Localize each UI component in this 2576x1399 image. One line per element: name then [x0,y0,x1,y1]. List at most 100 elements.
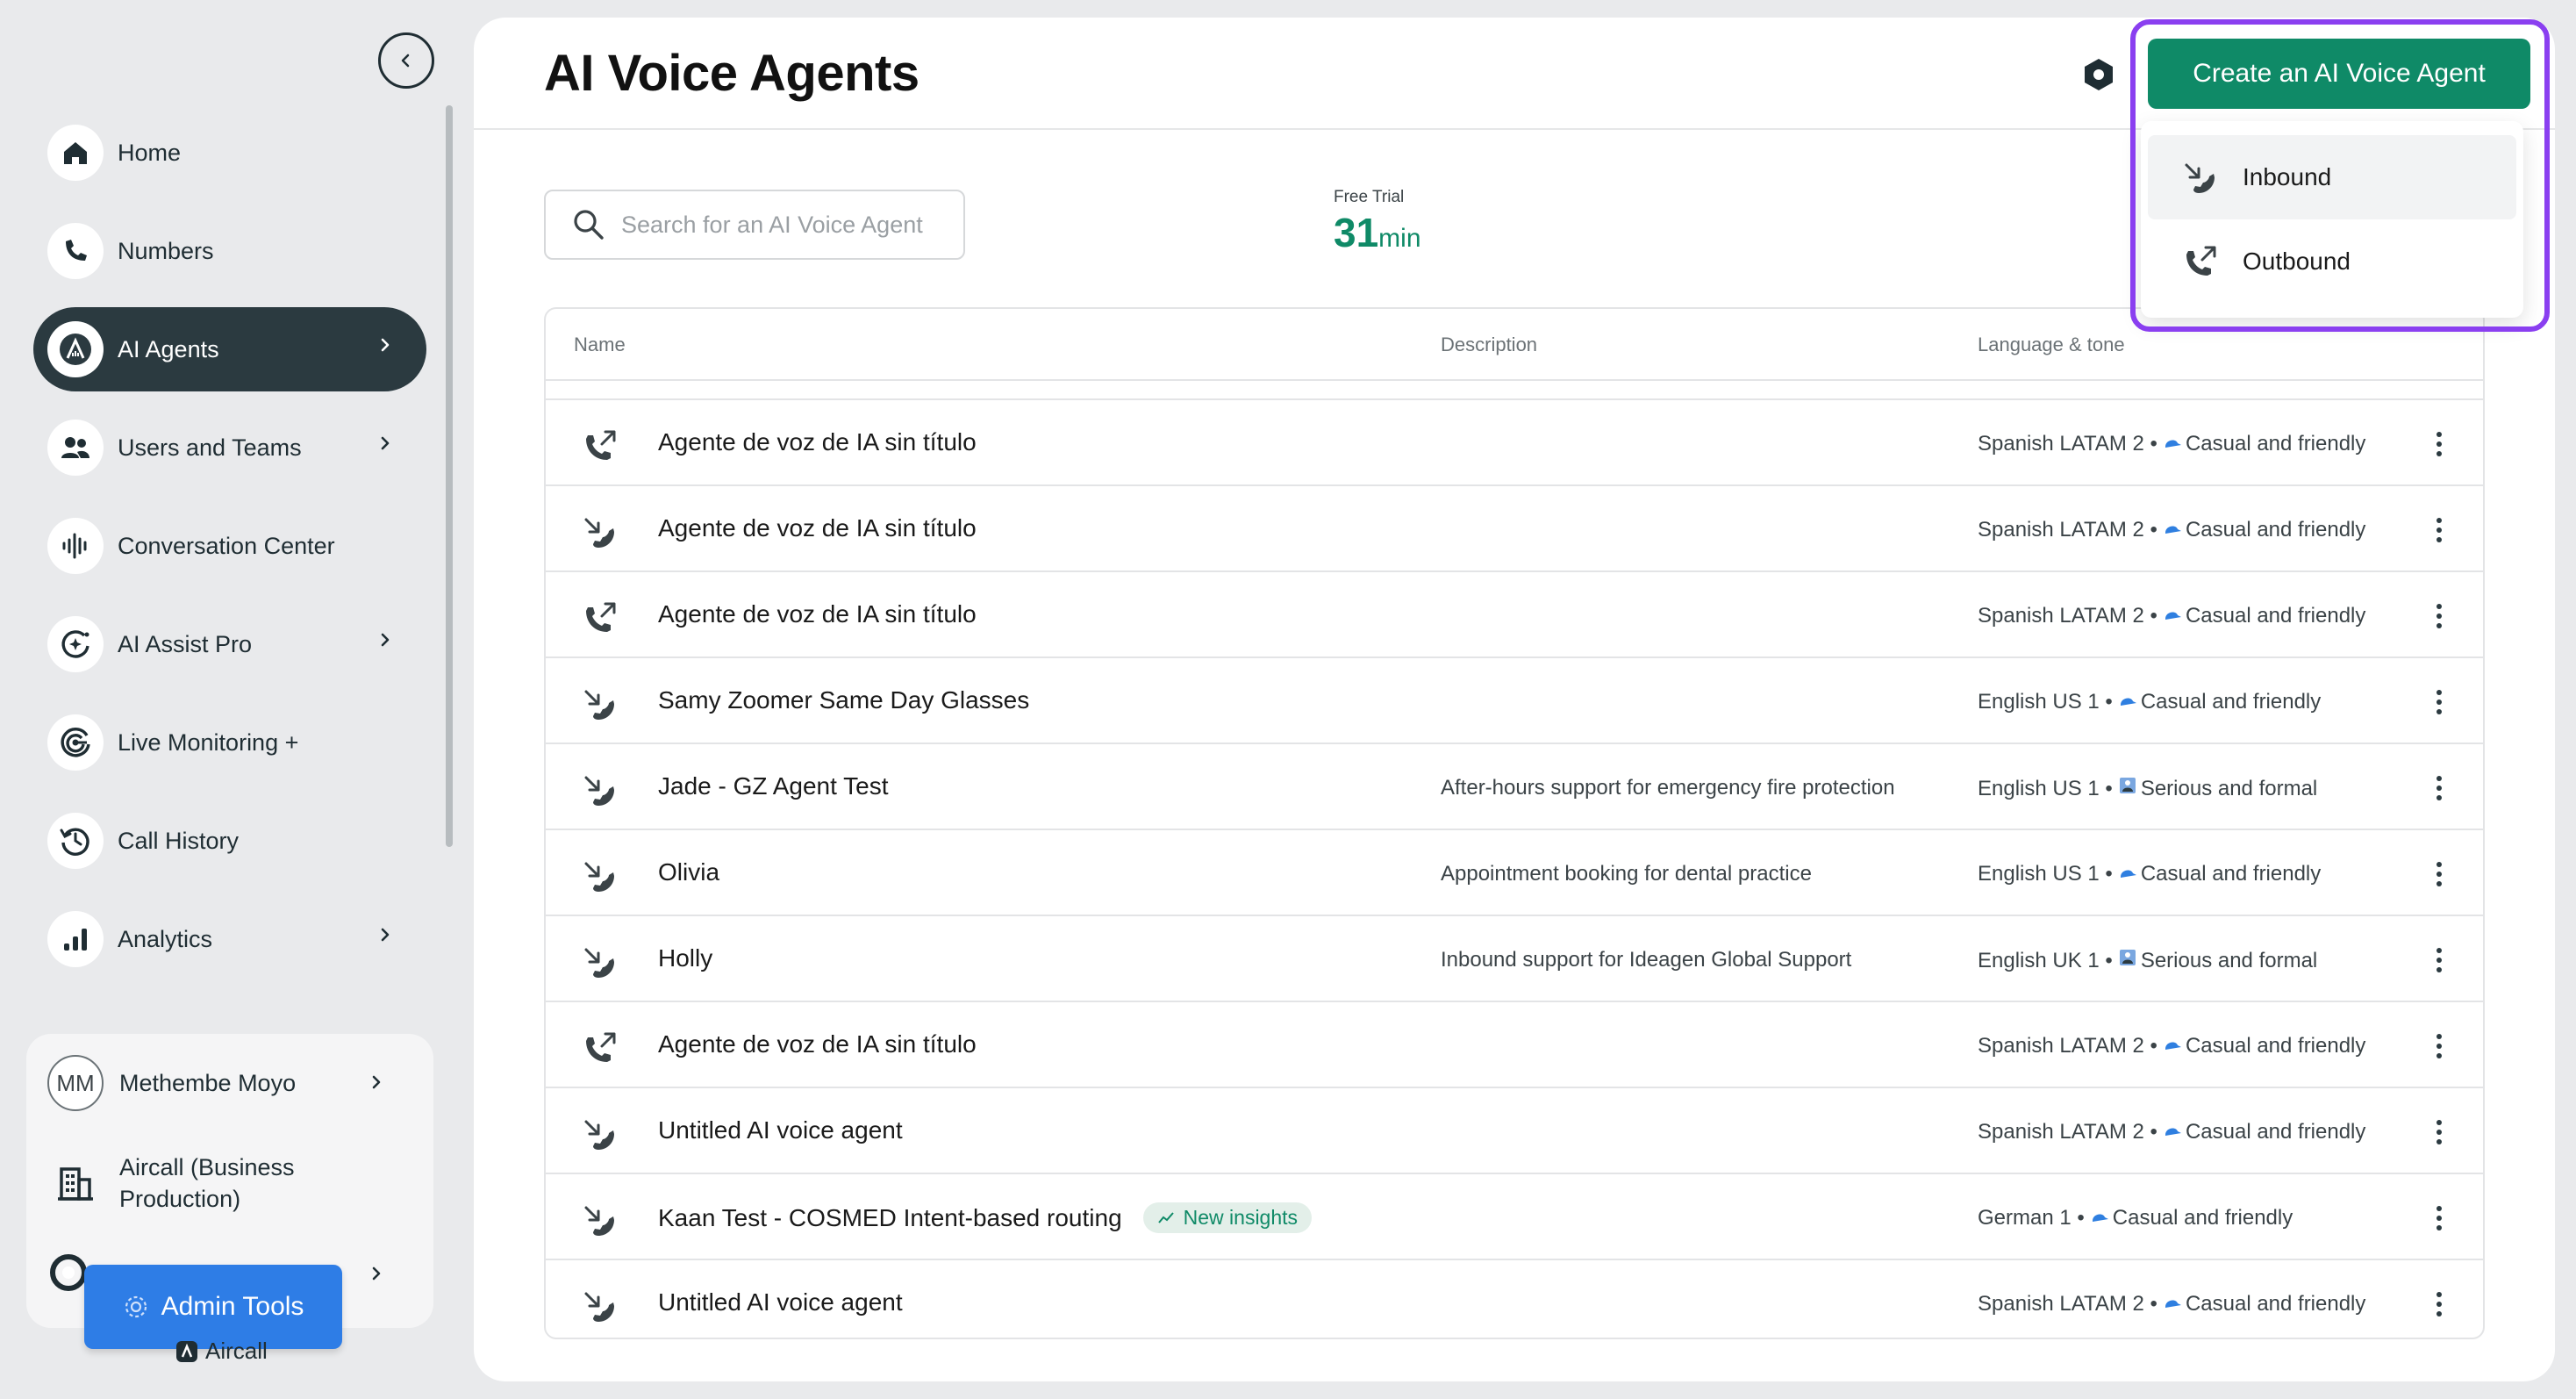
inbound-call-icon [581,685,619,728]
sidebar-item-live-monitoring[interactable]: Live Monitoring + [33,700,426,785]
table-row[interactable]: Untitled AI voice agent Spanish LATAM 2 •… [546,1088,2483,1174]
table-row[interactable]: Agente de voz de IA sin título Spanish LA… [546,400,2483,486]
sidebar-scrollbar[interactable] [446,105,453,847]
outbound-call-icon [2186,246,2216,276]
agent-description: Inbound support for Ideagen Global Suppo… [1441,948,1852,972]
free-trial-unit: min [1378,224,1421,253]
agent-name-text: Samy Zoomer Same Day Glasses [658,686,1030,714]
sidebar-item-ai-assist-pro[interactable]: AI Assist Pro [33,602,426,686]
agent-language-tone: Spanish LATAM 2 • Casual and friendly [1978,1292,2365,1316]
sidebar-item-analytics[interactable]: Analytics [33,897,426,981]
language-label: Spanish LATAM 2 • [1978,1034,2157,1058]
help-item[interactable] [47,1252,89,1294]
cap-icon [2163,604,2182,628]
table-row[interactable]: Olivia Appointment booking for dental pra… [546,830,2483,916]
aircall-logo-icon [176,1340,197,1362]
company-name-line1: Aircall (Business [119,1154,295,1180]
cap-icon [2163,1292,2182,1316]
collapse-sidebar-button[interactable] [378,32,434,89]
users-icon [47,420,104,476]
cap-icon [2163,432,2182,456]
language-label: English US 1 • [1978,690,2113,714]
create-ai-voice-agent-button[interactable]: Create an AI Voice Agent [2148,39,2530,109]
tone-label: Serious and formal [2140,776,2318,800]
sidebar-item-conversation-center[interactable]: Conversation Center [33,504,426,588]
table-row[interactable]: Untitled AI voice agent Spanish LATAM 2 •… [546,1260,2483,1338]
table-row[interactable]: Samy Zoomer Same Day Glasses English US 1… [546,658,2483,744]
sidebar-item-label: Analytics [118,925,213,952]
agent-language-tone: Spanish LATAM 2 • Casual and friendly [1978,1120,2365,1144]
sidebar-item-label: AI Agents [118,335,219,362]
tone-label: Casual and friendly [2140,690,2322,714]
agent-name: Olivia [658,858,719,886]
column-header-name[interactable]: Name [574,334,626,356]
language-label: Spanish LATAM 2 • [1978,1292,2157,1316]
sidebar-item-ai-agents[interactable]: AI Agents [33,307,426,391]
user-profile-item[interactable]: MM Methembe Moyo [47,1055,296,1111]
more-options-icon[interactable] [2430,600,2448,632]
more-options-icon[interactable] [2430,686,2448,718]
agent-name-text: Holly [658,944,713,972]
inbound-call-icon [2185,163,2215,193]
more-options-icon[interactable] [2430,514,2448,546]
dropdown-item-inbound[interactable]: Inbound [2148,135,2516,219]
dropdown-item-outbound[interactable]: Outbound [2148,219,2516,304]
sidebar-item-label: Users and Teams [118,434,302,461]
more-options-icon[interactable] [2430,1202,2448,1234]
tone-label: Casual and friendly [2185,1120,2366,1144]
agent-name: Agente de voz de IA sin título [658,600,977,628]
more-options-icon[interactable] [2430,1030,2448,1062]
table-row[interactable]: Agente de voz de IA sin título Spanish LA… [546,486,2483,572]
table-row[interactable]: Kaan Test - COSMED Intent-based routing N… [546,1174,2483,1260]
more-options-icon[interactable] [2430,858,2448,890]
more-options-icon[interactable] [2430,944,2448,976]
more-options-icon[interactable] [2430,428,2448,460]
admin-tools-button[interactable]: Admin Tools [84,1265,342,1349]
free-trial-label: Free Trial [1334,188,1405,206]
sidebar-item-label: Numbers [118,237,214,264]
column-header-language[interactable]: Language & tone [1978,334,2125,356]
company-item[interactable]: Aircall (Business Production) [47,1151,295,1215]
table-row[interactable]: Holly Inbound support for Ideagen Global … [546,916,2483,1002]
cap-icon [2163,1034,2182,1058]
live-monitoring-icon [47,714,104,771]
home-icon [47,125,104,181]
sidebar-item-label: AI Assist Pro [118,630,253,657]
inbound-call-icon [581,1287,619,1330]
agent-name-text: Agente de voz de IA sin título [658,600,977,628]
cap-icon [2118,690,2137,714]
ai-agent-icon [47,321,104,377]
more-options-icon[interactable] [2430,1116,2448,1148]
agent-language-tone: Spanish LATAM 2 • Casual and friendly [1978,518,2365,542]
more-options-icon[interactable] [2430,1288,2448,1320]
agent-language-tone: English UK 1 • Serious and formal [1978,948,2317,973]
agent-name: Agente de voz de IA sin título [658,428,977,456]
more-options-icon[interactable] [2430,772,2448,804]
table-row[interactable]: Agente de voz de IA sin título Spanish LA… [546,1002,2483,1088]
agent-name-text: Olivia [658,858,720,886]
language-label: Spanish LATAM 2 • [1978,518,2157,542]
agent-name-text: Untitled AI voice agent [658,1288,903,1316]
agent-language-tone: German 1 • Casual and friendly [1978,1206,2293,1230]
chevron-right-icon [372,1075,381,1089]
table-row[interactable]: Jade - GZ Agent Test After-hours support … [546,744,2483,830]
free-trial-indicator: Free Trial 31min [1334,188,1421,259]
agent-language-tone: Spanish LATAM 2 • Casual and friendly [1978,432,2365,456]
user-name: Methembe Moyo [119,1070,297,1096]
inbound-call-icon [581,1115,619,1158]
table-row[interactable]: Agente de voz de IA sin título Spanish LA… [546,572,2483,658]
sidebar-item-home[interactable]: Home [33,111,426,195]
settings-hexagon-icon[interactable] [2081,56,2116,93]
column-header-description[interactable]: Description [1441,334,1537,356]
chevron-right-icon [379,435,391,456]
page-title: AI Voice Agents [544,45,919,102]
search-input[interactable] [621,211,937,239]
agent-name-text: Agente de voz de IA sin título [658,428,977,456]
agent-name: Untitled AI voice agent [658,1288,903,1316]
sidebar-item-numbers[interactable]: Numbers [33,209,426,293]
language-label: Spanish LATAM 2 • [1978,432,2157,456]
search-field[interactable] [544,190,965,260]
new-insights-badge[interactable]: New insights [1142,1202,1313,1233]
sidebar-item-users-and-teams[interactable]: Users and Teams [33,405,426,490]
sidebar-item-call-history[interactable]: Call History [33,799,426,883]
